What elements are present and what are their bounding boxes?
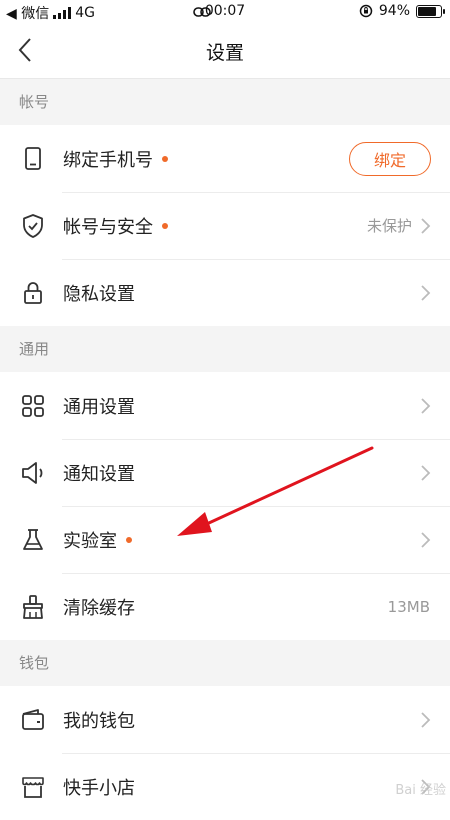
settings-row-privacy[interactable]: 隐私设置 <box>0 259 450 326</box>
nav-bar: 设置 <box>0 24 450 79</box>
settings-row-notifications[interactable]: 通知设置 <box>0 439 450 506</box>
row-label: 绑定手机号 <box>63 146 168 172</box>
chevron-right-icon <box>421 464 431 481</box>
settings-row-account-security[interactable]: 帐号与安全 未保护 <box>0 192 450 259</box>
status-bar: ◀ 微信 4G 00:07 94% <box>0 0 450 24</box>
settings-row-lab[interactable]: 实验室 <box>0 506 450 573</box>
speaker-icon <box>22 461 43 484</box>
row-label: 我的钱包 <box>63 710 135 732</box>
row-label: 通知设置 <box>63 463 135 485</box>
section-header-general: 通用 <box>0 326 450 372</box>
new-badge-dot <box>162 222 168 229</box>
general-group: 通用设置 通知设置 实验室 清除缓存 13MB <box>0 372 450 640</box>
flask-icon <box>23 528 43 550</box>
section-header-wallet: 钱包 <box>0 640 450 686</box>
settings-row-general[interactable]: 通用设置 <box>0 372 450 439</box>
shop-icon <box>22 776 44 798</box>
lock-icon <box>24 281 42 304</box>
orientation-lock-icon <box>359 4 373 18</box>
row-label: 隐私设置 <box>63 283 135 305</box>
row-label: 通用设置 <box>63 396 135 418</box>
chevron-right-icon <box>421 711 431 728</box>
new-badge-dot <box>162 155 168 162</box>
broom-icon <box>23 594 43 619</box>
bind-button[interactable]: 绑定 <box>349 141 431 176</box>
security-status: 未保护 <box>366 217 412 235</box>
new-badge-dot <box>126 536 132 543</box>
chevron-right-icon <box>421 284 431 301</box>
settings-row-my-wallet[interactable]: 我的钱包 <box>0 686 450 753</box>
grid-icon <box>22 394 44 417</box>
row-label: 实验室 <box>63 527 132 553</box>
watermark: Bai 经验 <box>395 783 446 798</box>
phone-icon <box>25 146 41 170</box>
battery-fill <box>418 6 436 16</box>
battery-percent: 94% <box>378 3 410 19</box>
row-label: 快手小店 <box>63 777 135 799</box>
battery-icon <box>416 4 445 18</box>
cache-size: 13MB <box>387 597 430 616</box>
chevron-right-icon <box>421 217 431 234</box>
shield-check-icon <box>23 213 43 238</box>
link-icon <box>109 5 127 17</box>
section-header-account: 帐号 <box>0 79 450 125</box>
settings-row-shop[interactable]: 快手小店 <box>0 753 450 820</box>
status-right: 94% <box>359 3 445 19</box>
row-label: 清除缓存 <box>63 597 135 619</box>
chevron-right-icon <box>421 397 431 414</box>
link-icon <box>193 7 211 17</box>
settings-row-bind-phone[interactable]: 绑定手机号 绑定 <box>0 125 450 192</box>
account-group: 绑定手机号 绑定 帐号与安全 未保护 隐私设置 <box>0 125 450 326</box>
wallet-icon <box>22 708 44 730</box>
page-title: 设置 <box>205 42 244 64</box>
settings-row-clear-cache[interactable]: 清除缓存 13MB <box>0 573 450 640</box>
row-label: 帐号与安全 <box>63 213 168 239</box>
chevron-right-icon <box>421 531 431 548</box>
